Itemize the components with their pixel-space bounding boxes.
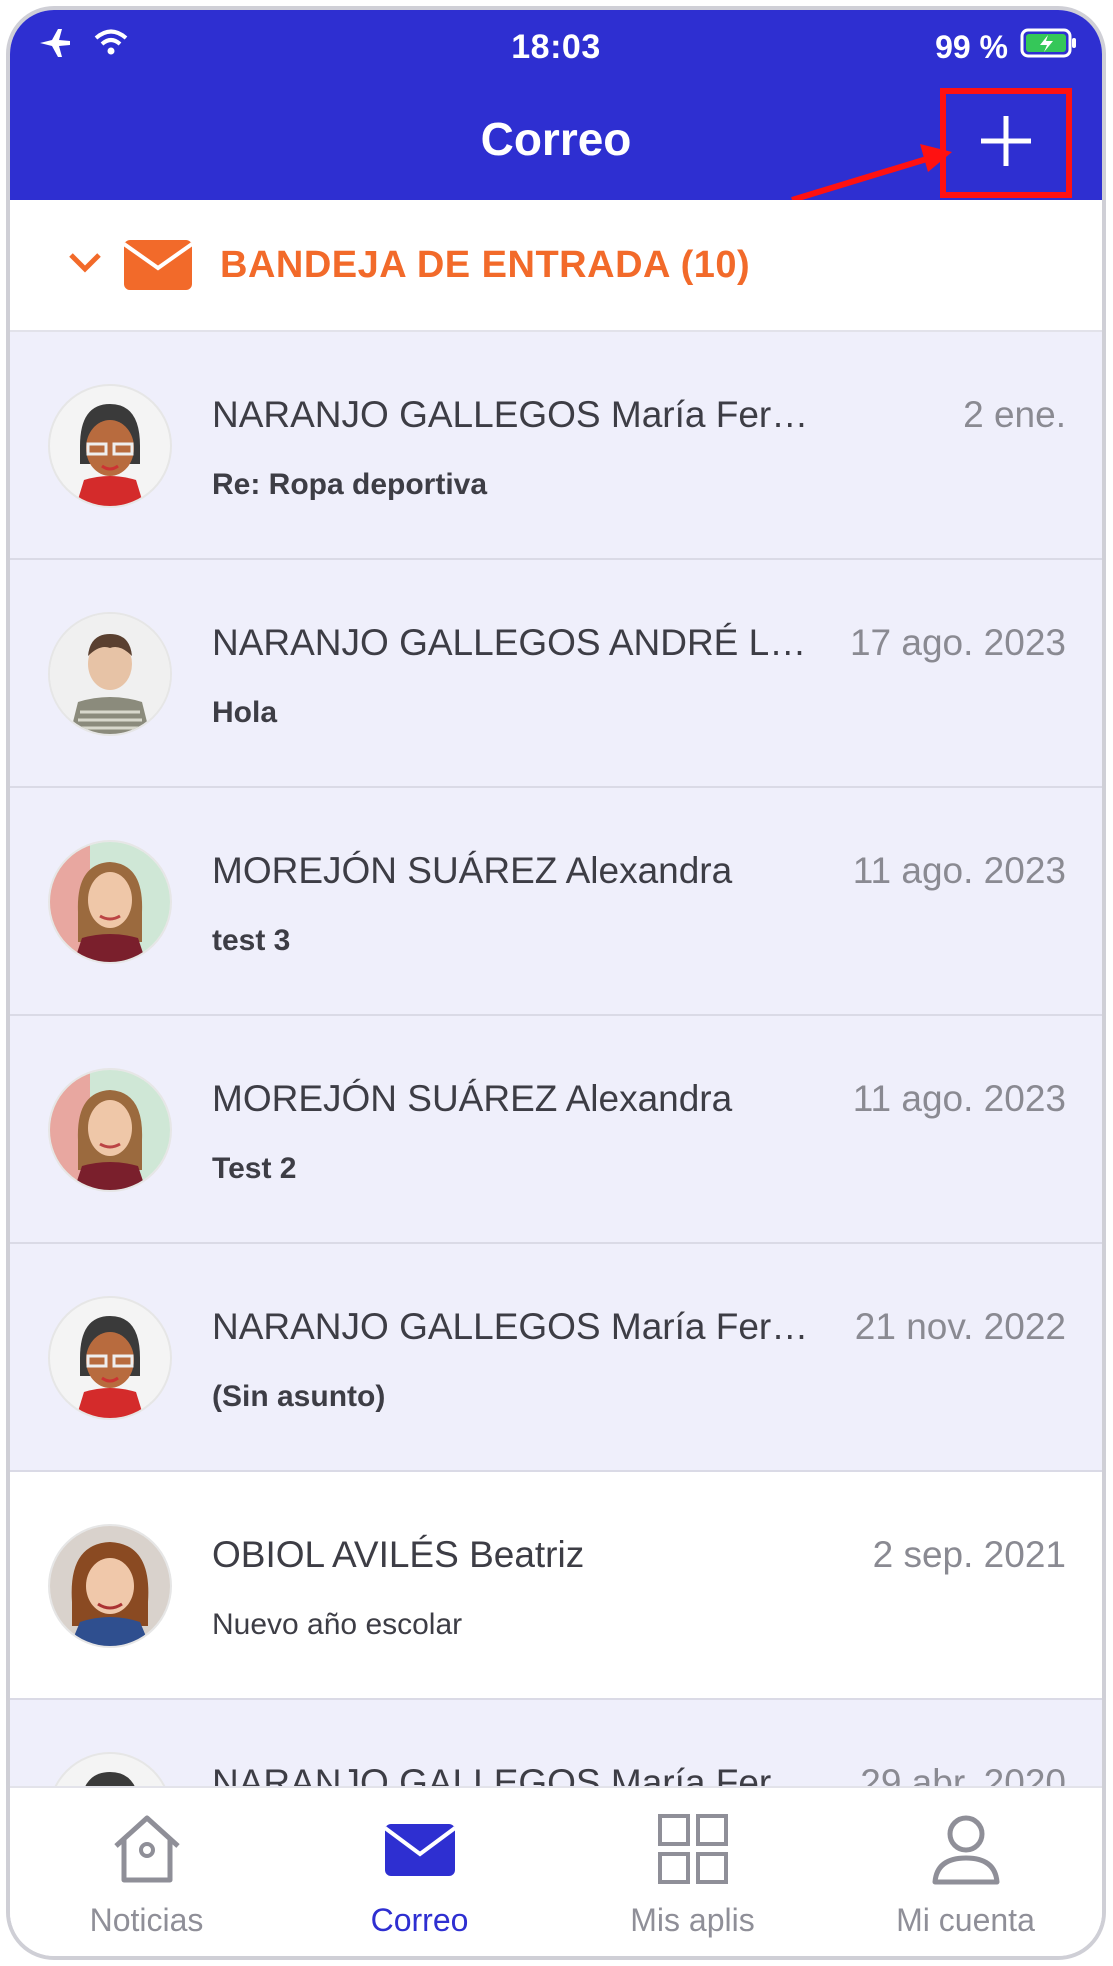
avatar-photo-woman-2 — [48, 1524, 172, 1648]
message-subject: Re: Ropa deportiva — [212, 468, 488, 501]
battery-percent: 99 % — [935, 28, 1008, 65]
message-subject: Test 2 — [212, 1152, 297, 1185]
nav-noticias[interactable]: Noticias — [10, 1788, 283, 1956]
avatar-photo-woman — [48, 1068, 172, 1192]
envelope-icon — [122, 236, 194, 295]
message-subject: Hola — [212, 696, 278, 729]
battery-icon — [1020, 28, 1078, 66]
grid-icon — [556, 1810, 829, 1888]
message-row[interactable]: NARANJO GALLEGOS ANDRÉ LUIS 17 ago. 2023… — [10, 560, 1102, 788]
avatar-cartoon-woman — [48, 1296, 172, 1420]
message-subject: (Sin asunto) — [212, 1380, 386, 1413]
nav-mis-aplis[interactable]: Mis aplis — [556, 1788, 829, 1956]
message-sender: MOREJÓN SUÁREZ Alexandra — [212, 850, 733, 891]
nav-label: Mi cuenta — [896, 1902, 1035, 1938]
mail-icon — [283, 1810, 556, 1888]
message-list: NARANJO GALLEGOS María Fernanda 2 ene. R… — [10, 332, 1102, 1928]
nav-label: Correo — [370, 1902, 469, 1938]
status-right: 99 % — [935, 28, 1078, 66]
nav-label: Mis aplis — [630, 1902, 755, 1938]
message-row[interactable]: NARANJO GALLEGOS María Fernanda 21 nov. … — [10, 1244, 1102, 1472]
status-bar: 18:03 99 % — [10, 10, 1102, 80]
inbox-folder-header[interactable]: BANDEJA DE ENTRADA (10) — [10, 200, 1102, 332]
nav-label: Noticias — [89, 1902, 204, 1938]
avatar-photo-boy — [48, 612, 172, 736]
home-icon — [10, 1810, 283, 1888]
chevron-down-icon[interactable] — [68, 252, 102, 279]
message-subject: Nuevo año escolar — [212, 1608, 463, 1641]
folder-label: BANDEJA DE ENTRADA (10) — [220, 243, 751, 286]
message-date: 11 ago. 2023 — [852, 850, 1066, 891]
message-sender: OBIOL AVILÉS Beatriz — [212, 1534, 585, 1575]
top-bar: 18:03 99 % Correo — [10, 10, 1102, 203]
nav-mi-cuenta[interactable]: Mi cuenta — [829, 1788, 1102, 1956]
message-subject: test 3 — [212, 924, 291, 957]
message-sender: NARANJO GALLEGOS ANDRÉ LUIS — [212, 622, 812, 663]
message-date: 11 ago. 2023 — [852, 1078, 1066, 1119]
user-icon — [829, 1810, 1102, 1888]
message-row[interactable]: OBIOL AVILÉS Beatriz 2 sep. 2021 Nuevo a… — [10, 1472, 1102, 1700]
message-date: 21 nov. 2022 — [854, 1306, 1066, 1347]
compose-button[interactable] — [940, 88, 1072, 198]
message-row[interactable]: NARANJO GALLEGOS María Fernanda 2 ene. R… — [10, 332, 1102, 560]
plus-icon — [977, 112, 1035, 175]
nav-correo[interactable]: Correo — [283, 1788, 556, 1956]
bottom-nav: Noticias Correo Mis aplis Mi cuenta — [10, 1786, 1102, 1956]
message-row[interactable]: MOREJÓN SUÁREZ Alexandra 11 ago. 2023 te… — [10, 788, 1102, 1016]
avatar-photo-woman — [48, 840, 172, 964]
message-date: 2 sep. 2021 — [872, 1534, 1066, 1575]
message-date: 2 ene. — [963, 394, 1066, 435]
message-sender: NARANJO GALLEGOS María Fernanda — [212, 394, 812, 435]
avatar-cartoon-woman — [48, 384, 172, 508]
message-sender: NARANJO GALLEGOS María Fernanda — [212, 1306, 812, 1347]
message-row[interactable]: MOREJÓN SUÁREZ Alexandra 11 ago. 2023 Te… — [10, 1016, 1102, 1244]
message-sender: MOREJÓN SUÁREZ Alexandra — [212, 1078, 733, 1119]
message-date: 17 ago. 2023 — [849, 622, 1066, 663]
phone-frame: 18:03 99 % Correo BANDEJA DE ENTRADA (10… — [6, 6, 1106, 1960]
